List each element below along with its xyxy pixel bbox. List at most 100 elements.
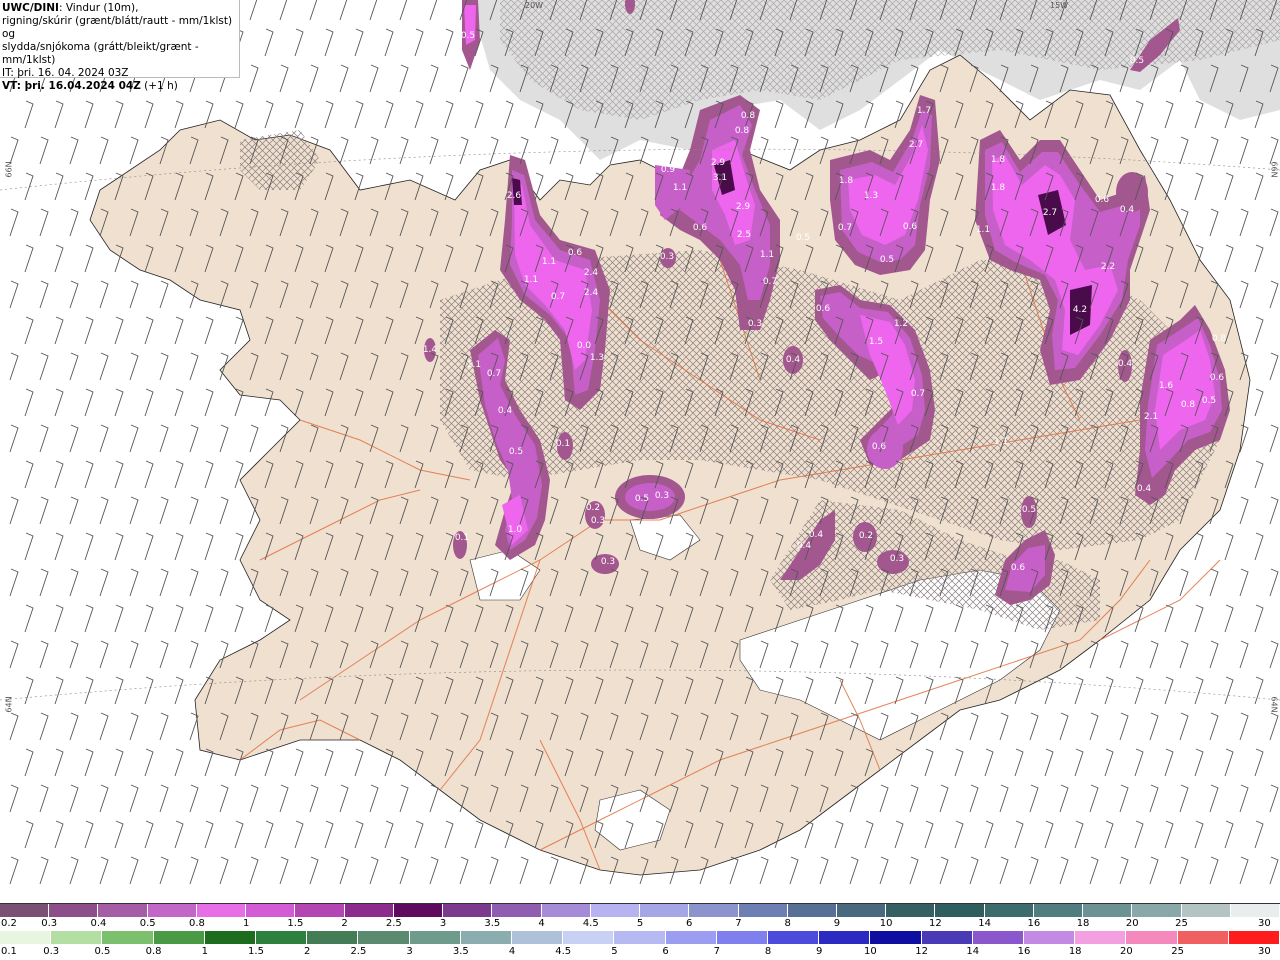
precip-value-label: 1.1 bbox=[994, 437, 1008, 447]
legend-swatch bbox=[819, 931, 871, 944]
legend-swatch bbox=[1228, 931, 1280, 944]
legend-label: 8 bbox=[784, 918, 791, 929]
legend-swatch bbox=[393, 904, 444, 917]
legend-label: 4 bbox=[508, 946, 516, 957]
precip-value-label: 0.5 bbox=[1022, 505, 1036, 515]
precip-value-label: 0.5 bbox=[880, 255, 894, 265]
legend-swatch bbox=[49, 904, 99, 917]
legend-label: 18 bbox=[1068, 946, 1082, 957]
legend-label: 6 bbox=[662, 946, 669, 957]
legend-swatch bbox=[0, 931, 52, 944]
legend-swatch bbox=[689, 904, 739, 917]
legend-label: 0.3 bbox=[41, 918, 58, 929]
rain-legend-labels: 0.1 0.3 0.5 0.8 1 1.5 2 2.5 3 3.5 4 4.5 5 6 7 8 9 10 12 14 1… bbox=[0, 946, 1280, 958]
precip-value-label: 0.7 bbox=[487, 369, 501, 379]
legend-label: 3 bbox=[406, 946, 413, 957]
precip-value-label: 0.4 bbox=[1118, 359, 1133, 369]
lat-label-right-66n: 66N bbox=[1269, 161, 1279, 178]
precip-value-label: 1.4 bbox=[423, 345, 438, 355]
legend-label: 16 bbox=[1027, 918, 1041, 929]
legend-label: 1.5 bbox=[287, 918, 304, 929]
precip-value-label: 2.5 bbox=[737, 230, 751, 240]
legend-label: 20 bbox=[1125, 918, 1139, 929]
legend-swatch bbox=[51, 931, 103, 944]
precip-value-label: 2.1 bbox=[1144, 412, 1158, 422]
legend-label: 2 bbox=[341, 918, 348, 929]
legend-swatch bbox=[768, 931, 820, 944]
lat-label-left-66n: 66N bbox=[4, 161, 14, 178]
precip-value-label: 1.8 bbox=[991, 183, 1006, 193]
precip-value-label: 0.6 bbox=[1011, 563, 1026, 573]
init-time: IT: þri. 16. 04. 2024 03Z bbox=[2, 67, 129, 79]
header-line-2: rigning/skúrir (grænt/blátt/rautt - mm/1… bbox=[2, 15, 233, 40]
precip-value-label: 0.6 bbox=[816, 304, 831, 314]
legend-swatch bbox=[614, 931, 666, 944]
legend-label: 5 bbox=[636, 918, 644, 929]
legend-label: 4.5 bbox=[555, 946, 572, 957]
legend-swatch bbox=[358, 931, 410, 944]
precip-value-label: 0.5 bbox=[635, 494, 649, 504]
legend-swatch bbox=[935, 904, 985, 917]
precip-value-label: 1.3 bbox=[864, 191, 878, 201]
legend-label: 25 bbox=[1175, 918, 1188, 929]
legend-swatch bbox=[1075, 931, 1127, 944]
precip-value-label: 0.5 bbox=[461, 31, 475, 41]
precip-value-label: 0.2 bbox=[859, 531, 873, 541]
legend-swatch bbox=[98, 904, 148, 917]
legend-swatch bbox=[409, 931, 461, 944]
precip-value-label: 0.5 bbox=[1130, 56, 1144, 66]
precip-value-label: 0.6 bbox=[568, 248, 583, 258]
precip-value-label: 2.6 bbox=[507, 191, 522, 201]
map-header: UWC/DINI: Vindur (10m), rigning/skúrir (… bbox=[0, 0, 240, 92]
precip-value-label: 1.8 bbox=[991, 155, 1006, 165]
legend-swatch bbox=[102, 931, 154, 944]
precip-value-label: 0.3 bbox=[591, 516, 605, 526]
precip-value-label: 0.7 bbox=[763, 277, 777, 287]
precip-value-label: 2.7 bbox=[1043, 208, 1057, 218]
legend-swatch bbox=[1033, 904, 1084, 917]
precip-value-label: 1.1 bbox=[976, 225, 990, 235]
legend-swatch bbox=[590, 904, 641, 917]
legend-label: 9 bbox=[833, 918, 841, 929]
legend-label: 12 bbox=[915, 946, 928, 957]
legend-label: 18 bbox=[1076, 918, 1090, 929]
precip-value-label: 0.5 bbox=[1202, 396, 1216, 406]
legend-swatch bbox=[153, 931, 205, 944]
legend-label: 2.5 bbox=[385, 918, 402, 929]
precip-value-label: 0.1 bbox=[455, 533, 469, 543]
legend-label: 10 bbox=[864, 946, 877, 957]
precip-value-label: 0.4 bbox=[498, 406, 513, 416]
valid-offset: (+1 h) bbox=[140, 80, 178, 92]
precip-value-label: 0.4 bbox=[786, 355, 801, 365]
legend-label: 14 bbox=[978, 918, 991, 929]
legend-swatch bbox=[344, 904, 394, 917]
precip-value-label: 0.9 bbox=[661, 165, 676, 175]
lon-label-20w: 20W bbox=[525, 1, 544, 10]
legend-swatch bbox=[512, 931, 564, 944]
legend-swatch bbox=[460, 931, 513, 944]
legend-label: 6 bbox=[686, 918, 693, 929]
legend-swatch bbox=[787, 904, 837, 917]
legend-swatch bbox=[246, 904, 296, 917]
precip-value-label: 3.1 bbox=[713, 173, 727, 183]
legend-swatch bbox=[1181, 904, 1231, 917]
legend-label: 0.2 bbox=[1, 918, 17, 929]
precip-value-label: 1.6 bbox=[1159, 381, 1174, 391]
legend-swatch bbox=[665, 931, 717, 944]
legend-label: 16 bbox=[1017, 946, 1031, 957]
legend-label: 8 bbox=[764, 946, 772, 957]
precip-value-label: 1.1 bbox=[673, 183, 687, 193]
precip-value-label: 0.6 bbox=[903, 222, 918, 232]
legend-label: 30 bbox=[1258, 946, 1271, 957]
precip-value-label: 0.4 bbox=[809, 530, 824, 540]
precip-value-label: 0.4 bbox=[797, 541, 812, 551]
precip-value-label: 0.0 bbox=[577, 341, 592, 351]
precip-value-label: 0.6 bbox=[693, 223, 708, 233]
precip-value-label: 1.1 bbox=[760, 250, 774, 260]
legend-label: 2.5 bbox=[350, 946, 367, 957]
legend-label: 0.1 bbox=[1, 946, 17, 957]
legend-swatch bbox=[307, 931, 359, 944]
precip-value-label: 0.3 bbox=[601, 557, 615, 567]
legend-swatch bbox=[295, 904, 345, 917]
legend-label: 25 bbox=[1171, 946, 1184, 957]
